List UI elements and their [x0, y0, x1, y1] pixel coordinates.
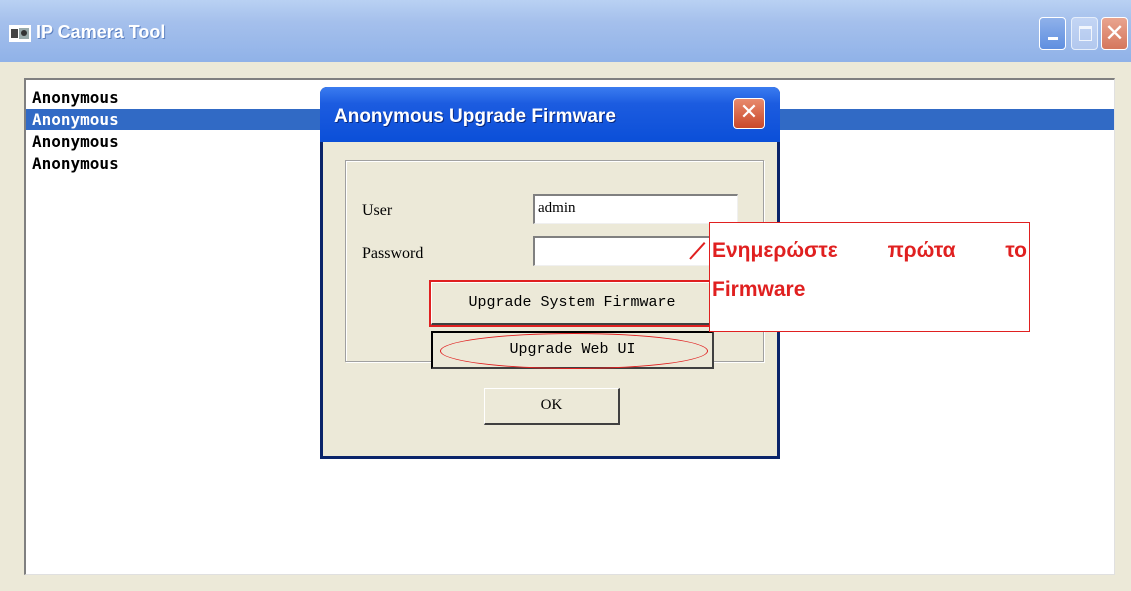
camera-app-icon — [9, 25, 31, 42]
dialog-close-button[interactable]: ✕ — [733, 98, 765, 129]
annotation-text: Ενημερώστε πρώτα το Firmware — [712, 239, 1027, 301]
user-label: User — [362, 202, 393, 219]
maximize-icon — [1079, 26, 1092, 41]
close-icon: ✕ — [1104, 19, 1125, 47]
dialog-title: Anonymous Upgrade Firmware — [334, 106, 616, 127]
user-field[interactable]: admin — [533, 194, 738, 224]
window-titlebar[interactable]: IP Camera Tool ✕ — [0, 0, 1131, 62]
close-icon: ✕ — [739, 100, 759, 125]
upgrade-web-ui-button[interactable]: Upgrade Web UI — [431, 331, 714, 369]
minimize-button[interactable] — [1039, 17, 1066, 50]
upgrade-system-firmware-button[interactable]: Upgrade System Firmware — [429, 280, 716, 327]
password-label: Password — [362, 245, 424, 262]
dialog-titlebar[interactable]: Anonymous Upgrade Firmware ✕ — [320, 87, 780, 142]
credentials-group: User admin Password Upgrade System Firmw… — [345, 160, 764, 369]
close-button[interactable]: ✕ — [1101, 17, 1128, 50]
annotation-callout: Ενημερώστε πρώτα το Firmware — [709, 222, 1030, 332]
window-title: IP Camera Tool — [36, 22, 166, 42]
minimize-icon — [1048, 37, 1058, 40]
maximize-button[interactable] — [1071, 17, 1098, 50]
password-field[interactable] — [533, 236, 738, 266]
ok-button[interactable]: OK — [484, 388, 620, 425]
